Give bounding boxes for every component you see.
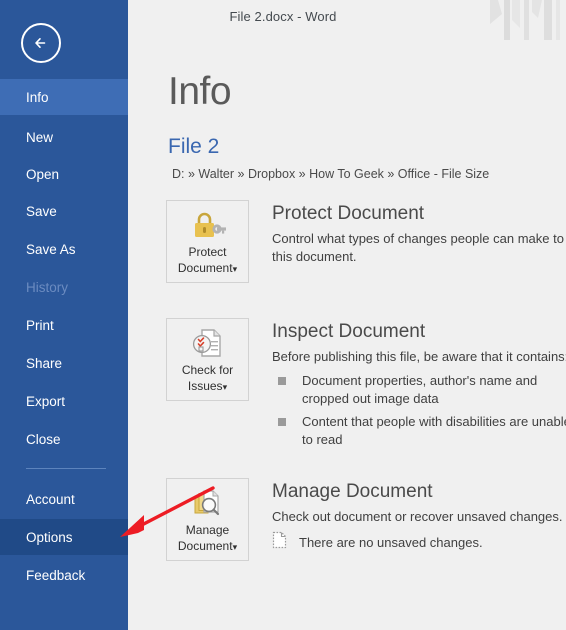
sidebar-item-close[interactable]: Close — [0, 421, 128, 457]
protect-document-button-label: Protect Document▾ — [177, 245, 238, 275]
unsaved-document-icon — [272, 531, 287, 554]
sidebar-item-save-as[interactable]: Save As — [0, 231, 128, 267]
inspect-findings-list: Document properties, author's name and c… — [272, 372, 566, 449]
sidebar-item-label: Account — [26, 491, 75, 507]
protect-document-text: Protect Document Control what types of c… — [272, 202, 566, 266]
protect-document-button[interactable]: Protect Document▾ — [166, 200, 249, 283]
sidebar-item-print[interactable]: Print — [0, 307, 128, 343]
sidebar-item-export[interactable]: Export — [0, 383, 128, 419]
inspect-document-section: Check for Issues▾ Inspect Document Befor… — [166, 318, 566, 448]
list-item: Document properties, author's name and c… — [272, 372, 566, 408]
sidebar-item-account[interactable]: Account — [0, 481, 128, 517]
sidebar-item-save[interactable]: Save — [0, 193, 128, 229]
sidebar-item-label: Close — [26, 431, 61, 447]
sidebar-item-share[interactable]: Share — [0, 345, 128, 381]
sidebar-item-history: History — [0, 269, 128, 305]
padlock-key-icon — [190, 209, 226, 241]
breadcrumb: D: » Walter » Dropbox » How To Geek » Of… — [172, 167, 490, 181]
sidebar-item-label: Options — [26, 529, 73, 545]
chevron-down-icon[interactable]: ▾ — [233, 542, 238, 552]
sidebar-item-label: History — [26, 279, 69, 295]
sidebar-item-label: Feedback — [26, 567, 86, 583]
manage-document-title: Manage Document — [272, 481, 433, 502]
manage-document-text: Manage Document Check out document or re… — [272, 480, 566, 554]
sidebar-item-feedback[interactable]: Feedback — [0, 557, 128, 593]
check-for-issues-button-label: Check for Issues▾ — [181, 363, 234, 393]
protect-document-title: Protect Document — [272, 203, 425, 224]
manage-document-button[interactable]: Manage Document▾ — [166, 478, 249, 561]
file-name-title: File 2 — [168, 135, 220, 158]
manage-document-desc: Check out document or recover unsaved ch… — [272, 509, 563, 524]
chevron-down-icon[interactable]: ▾ — [233, 264, 238, 274]
sidebar-item-label: Open — [26, 166, 60, 182]
document-check-icon — [191, 327, 225, 359]
unsaved-changes-text: There are no unsaved changes. — [299, 535, 483, 550]
back-arrow-icon[interactable] — [21, 23, 61, 63]
protect-document-desc: Control what types of changes people can… — [272, 231, 564, 264]
sidebar-divider — [26, 468, 106, 469]
sidebar-item-label: Share — [26, 355, 63, 371]
sidebar-item-open[interactable]: Open — [0, 156, 128, 192]
bullet-square-icon — [278, 418, 286, 426]
back-arrow-glyph — [35, 38, 46, 48]
sidebar-item-info[interactable]: Info — [0, 79, 128, 115]
unsaved-changes-note: There are no unsaved changes. — [272, 531, 566, 554]
inspect-document-title: Inspect Document — [272, 321, 426, 342]
list-item: Content that people with disabilities ar… — [272, 413, 566, 449]
sidebar-item-label: Save As — [26, 241, 76, 257]
check-for-issues-button[interactable]: Check for Issues▾ — [166, 318, 249, 401]
protect-document-section: Protect Document▾ Protect Document Contr… — [166, 200, 566, 288]
sidebar-item-label: Print — [26, 317, 54, 333]
bullet-square-icon — [278, 377, 286, 385]
backstage-sidebar: Info New Open Save Save As History Print… — [0, 0, 128, 630]
sidebar-item-label: Export — [26, 393, 66, 409]
sidebar-item-options[interactable]: Options — [0, 519, 128, 555]
manage-document-button-label: Manage Document▾ — [177, 523, 238, 553]
document-stack-magnifier-icon — [191, 487, 225, 519]
manage-document-section: Manage Document▾ Manage Document Check o… — [166, 478, 566, 568]
page-title: Info — [168, 70, 232, 113]
sidebar-item-label: Info — [26, 89, 49, 105]
inspect-document-desc: Before publishing this file, be aware th… — [272, 349, 566, 364]
inspect-document-text: Inspect Document Before publishing this … — [272, 320, 566, 454]
sidebar-item-label: Save — [26, 203, 57, 219]
info-pane: Info File 2 D: » Walter » Dropbox » How … — [128, 40, 566, 630]
chevron-down-icon[interactable]: ▾ — [223, 382, 228, 392]
window-title: File 2.docx - Word — [229, 9, 337, 24]
sidebar-item-label: New — [26, 129, 54, 145]
sidebar-item-new[interactable]: New — [0, 119, 128, 155]
